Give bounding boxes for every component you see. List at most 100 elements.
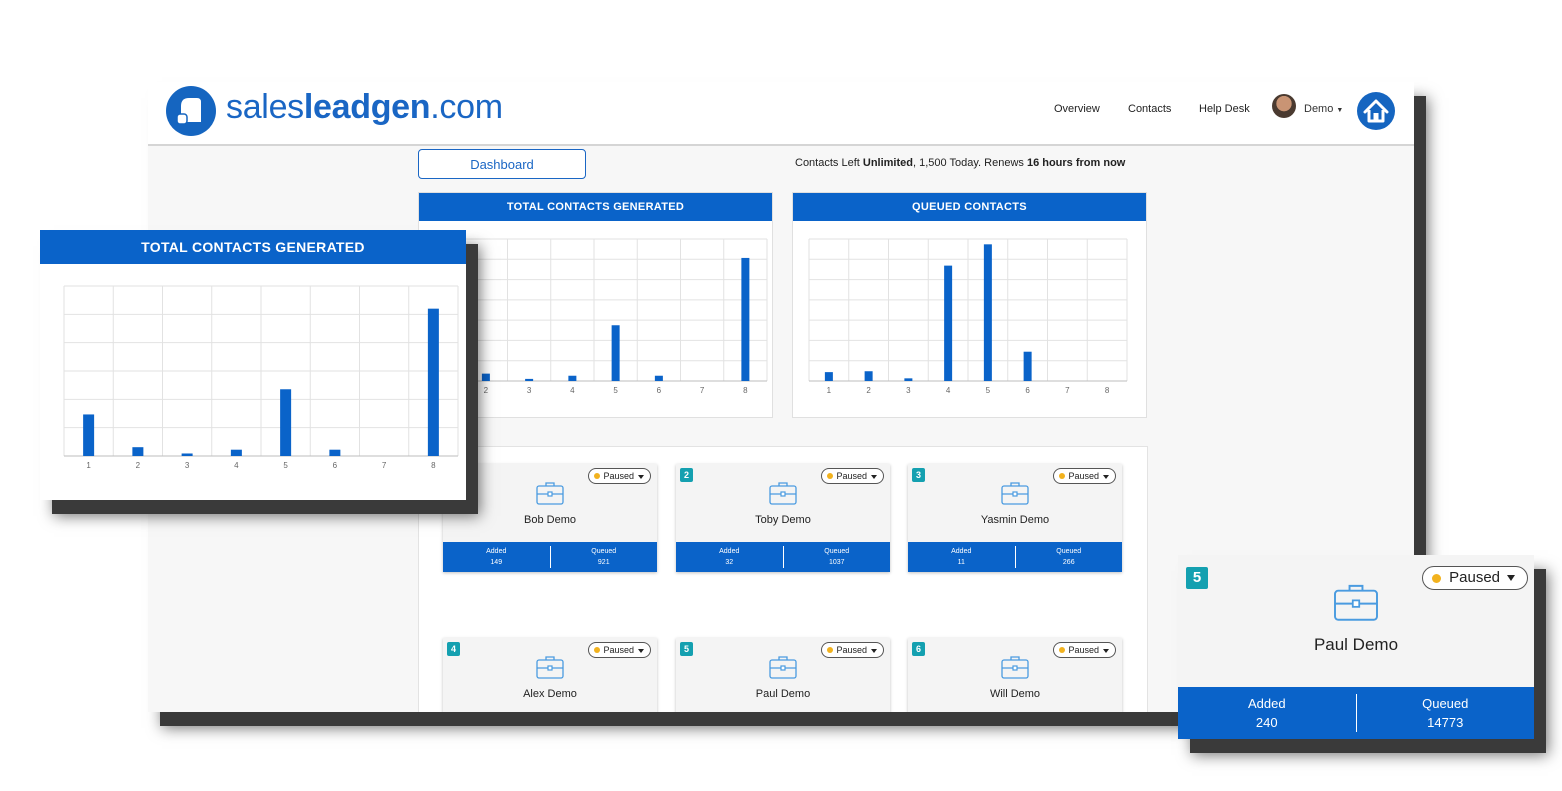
status-label: Paused (1068, 471, 1099, 481)
zoomed-chart-card: TOTAL CONTACTS GENERATED 1 2 3 4 5 6 7 8 (40, 230, 466, 500)
quota-text: Contacts Left Unlimited, 1,500 Today. Re… (795, 157, 1125, 169)
quota-renews: 16 hours from now (1026, 157, 1126, 169)
briefcase-icon (536, 482, 564, 505)
chart-title: TOTAL CONTACTS GENERATED (419, 193, 772, 221)
caret-down-icon (871, 474, 877, 479)
added-label: Added (1247, 696, 1286, 711)
chart-title: TOTAL CONTACTS GENERATED (40, 230, 466, 264)
x-tick-label: 5 (986, 386, 991, 395)
home-icon[interactable] (1357, 92, 1395, 130)
campaign-card[interactable]: Paused Bob Demo Added 149 Queued 921 (443, 464, 657, 572)
campaign-name: Paul Demo (755, 688, 811, 700)
campaign-card[interactable]: 5 Paused Paul Demo (676, 638, 890, 712)
bar (864, 371, 873, 381)
x-tick-label: 7 (700, 386, 705, 395)
nav-contacts[interactable]: Contacts (1128, 103, 1171, 115)
total-contacts-chart: 12345678 (420, 238, 768, 395)
queued-label: Queued (591, 548, 617, 555)
status-dot (827, 647, 834, 653)
status-dot (1059, 647, 1066, 653)
brand-suffix: .com (430, 88, 503, 126)
quota-unlimited: Unlimited (862, 157, 913, 169)
x-tick-label: 1 (827, 386, 832, 395)
campaign-card[interactable]: 3 Paused Yasmin Demo Added 11 Queued 266 (908, 464, 1122, 572)
campaign-card[interactable]: 2 Paused Toby Demo Added 32 Queued 1037 (676, 464, 890, 572)
x-tick-label: 7 (382, 461, 387, 470)
campaign-card[interactable]: 6 Paused Will Demo (908, 638, 1122, 712)
x-tick-label: 5 (283, 461, 288, 470)
added-label: Added (951, 548, 972, 555)
top-bar: salesleadgen.com Overview Contacts Help … (148, 82, 1414, 146)
briefcase-icon (769, 482, 797, 505)
status-dropdown[interactable]: Paused (1422, 566, 1528, 590)
bar (427, 308, 439, 456)
status-dot (594, 647, 601, 653)
quota-prefix: Contacts Left (795, 157, 863, 169)
x-tick-label: 7 (1065, 386, 1070, 395)
bar (824, 372, 833, 381)
added-value: 240 (1255, 715, 1278, 730)
status-dropdown[interactable]: Paused (821, 642, 884, 658)
status-dropdown[interactable]: Paused (1053, 642, 1116, 658)
campaign-number-badge: 3 (912, 468, 925, 482)
campaign-name: Yasmin Demo (980, 514, 1050, 526)
added-label: Added (486, 548, 507, 555)
caret-down-icon (638, 648, 644, 653)
status-label: Paused (603, 471, 634, 481)
bar (944, 265, 953, 381)
campaign-number-badge: 6 (912, 642, 925, 656)
x-tick-label: 2 (484, 386, 489, 395)
added-label: Added (719, 548, 740, 555)
campaign-stats: Added 32 Queued 1037 (676, 542, 890, 572)
campaign-stats: Added 240 Queued 14773 (1178, 687, 1534, 739)
status-dropdown[interactable]: Paused (1053, 468, 1116, 484)
campaign-name: Toby Demo (755, 514, 811, 526)
x-tick-label: 8 (431, 461, 436, 470)
nav-overview[interactable]: Overview (1054, 103, 1100, 115)
x-tick-label: 8 (1105, 386, 1110, 395)
dashboard-button[interactable]: Dashboard (418, 149, 586, 179)
queued-value: 1037 (828, 559, 845, 566)
bar (181, 453, 193, 456)
campaign-name: Paul Demo (1313, 635, 1399, 654)
campaign-name: Alex Demo (523, 688, 577, 700)
bar (481, 373, 490, 381)
campaign-number-badge: 4 (447, 642, 460, 656)
user-name: Demo (1304, 103, 1334, 115)
x-tick-label: 3 (527, 386, 532, 395)
briefcase-icon (536, 656, 564, 679)
bar (983, 244, 992, 381)
user-menu[interactable]: Demo ▼ (1304, 103, 1343, 115)
status-dropdown[interactable]: Paused (821, 468, 884, 484)
bar (230, 449, 242, 456)
status-dropdown[interactable]: Paused (588, 468, 651, 484)
queued-label: Queued (824, 548, 850, 555)
quota-middle: , 1,500 Today. Renews (913, 157, 1027, 169)
x-tick-label: 5 (613, 386, 618, 395)
caret-down-icon (1507, 575, 1515, 582)
status-label: Paused (603, 645, 634, 655)
caret-down-icon (638, 474, 644, 479)
added-value: 32 (725, 559, 734, 566)
avatar[interactable] (1272, 94, 1296, 118)
total-contacts-chart-zoomed: 1 2 3 4 5 6 7 8 (63, 285, 459, 470)
status-dot (1432, 574, 1442, 583)
status-dropdown[interactable]: Paused (588, 642, 651, 658)
x-tick-label: 3 (906, 386, 911, 395)
nav-help-desk[interactable]: Help Desk (1199, 103, 1250, 115)
campaign-number-badge: 5 (680, 642, 693, 656)
briefcase-icon (1001, 656, 1029, 679)
campaign-number-badge: 5 (1186, 567, 1208, 589)
campaign-card[interactable]: 4 Paused Alex Demo (443, 638, 657, 712)
x-tick-label: 8 (743, 386, 748, 395)
campaign-number-badge: 2 (680, 468, 693, 482)
x-tick-label: 4 (234, 461, 239, 470)
zoomed-campaign-card[interactable]: 5 Paused Paul Demo Added 240 Queued 14773 (1178, 555, 1534, 739)
x-tick-label: 2 (136, 461, 141, 470)
status-dot (594, 473, 601, 479)
briefcase-icon (769, 656, 797, 679)
brand-name[interactable]: salesleadgen.com (226, 88, 503, 127)
queued-label: Queued (1422, 696, 1469, 711)
queued-label: Queued (1056, 548, 1082, 555)
bar (568, 375, 577, 381)
